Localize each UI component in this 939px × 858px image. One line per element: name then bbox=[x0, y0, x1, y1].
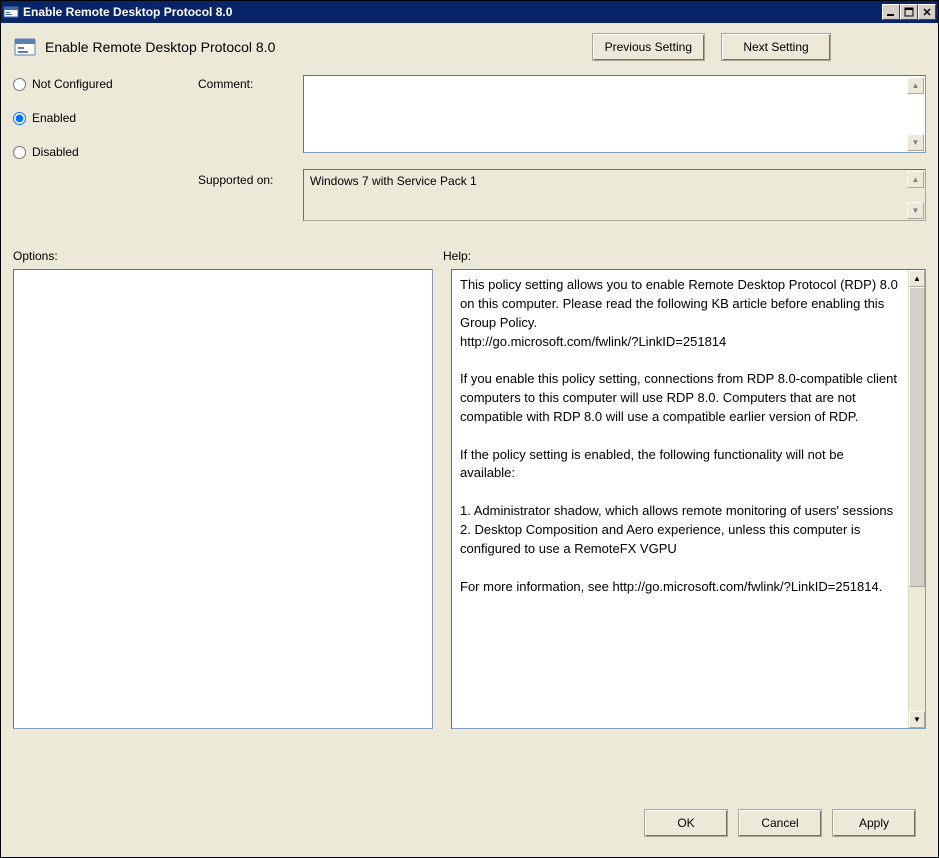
config-area: Not Configured Enabled Disabled Comment: bbox=[13, 75, 926, 221]
help-scrollbar[interactable]: ▲ ▼ bbox=[908, 270, 925, 728]
radio-disabled-label: Disabled bbox=[32, 145, 79, 159]
supported-label: Supported on: bbox=[198, 171, 303, 187]
state-radio-group: Not Configured Enabled Disabled bbox=[13, 75, 198, 221]
minimize-button[interactable] bbox=[882, 4, 900, 20]
options-label: Options: bbox=[13, 249, 443, 263]
comment-scrollbar[interactable]: ▲ ▼ bbox=[907, 77, 924, 151]
options-panel[interactable] bbox=[13, 269, 433, 729]
page-title: Enable Remote Desktop Protocol 8.0 bbox=[45, 39, 275, 55]
scroll-down-icon[interactable]: ▼ bbox=[907, 134, 924, 151]
window-title: Enable Remote Desktop Protocol 8.0 bbox=[23, 5, 882, 19]
header-row: Enable Remote Desktop Protocol 8.0 Previ… bbox=[13, 33, 926, 61]
titlebar[interactable]: Enable Remote Desktop Protocol 8.0 bbox=[1, 1, 938, 23]
scroll-down-icon[interactable]: ▼ bbox=[909, 711, 925, 728]
dialog-window: Enable Remote Desktop Protocol 8.0 Enabl… bbox=[0, 0, 939, 858]
previous-setting-button[interactable]: Previous Setting bbox=[592, 33, 705, 61]
panel-labels: Options: Help: bbox=[13, 249, 926, 263]
radio-disabled-input[interactable] bbox=[13, 146, 26, 159]
supported-on-value: Windows 7 with Service Pack 1 bbox=[310, 174, 477, 188]
radio-enabled-input[interactable] bbox=[13, 112, 26, 125]
panels-row: This policy setting allows you to enable… bbox=[13, 269, 926, 797]
policy-large-icon bbox=[13, 35, 37, 59]
scroll-thumb[interactable] bbox=[909, 287, 925, 587]
radio-disabled[interactable]: Disabled bbox=[13, 145, 198, 159]
policy-icon bbox=[3, 4, 19, 20]
apply-button[interactable]: Apply bbox=[832, 809, 916, 837]
close-button[interactable] bbox=[918, 4, 936, 20]
comment-input[interactable]: ▲ ▼ bbox=[303, 75, 926, 153]
radio-not-configured-input[interactable] bbox=[13, 78, 26, 91]
dialog-content: Enable Remote Desktop Protocol 8.0 Previ… bbox=[1, 23, 938, 857]
cancel-button[interactable]: Cancel bbox=[738, 809, 822, 837]
help-panel: This policy setting allows you to enable… bbox=[451, 269, 926, 729]
ok-button[interactable]: OK bbox=[644, 809, 728, 837]
help-text: This policy setting allows you to enable… bbox=[452, 270, 908, 728]
supported-on-field: Windows 7 with Service Pack 1 ▲ ▼ bbox=[303, 169, 926, 221]
radio-not-configured[interactable]: Not Configured bbox=[13, 77, 198, 91]
scroll-up-icon[interactable]: ▲ bbox=[907, 77, 924, 94]
radio-enabled-label: Enabled bbox=[32, 111, 76, 125]
scroll-up-icon[interactable]: ▲ bbox=[907, 171, 924, 188]
radio-enabled[interactable]: Enabled bbox=[13, 111, 198, 125]
fields-column: Comment: ▲ ▼ Supported on: Windows 7 wit… bbox=[198, 75, 926, 221]
next-setting-button[interactable]: Next Setting bbox=[721, 33, 831, 61]
scroll-track[interactable] bbox=[909, 287, 925, 711]
window-controls bbox=[882, 4, 936, 20]
dialog-footer: OK Cancel Apply bbox=[13, 797, 926, 847]
supported-scrollbar[interactable]: ▲ ▼ bbox=[907, 171, 924, 219]
help-label: Help: bbox=[443, 249, 471, 263]
comment-label: Comment: bbox=[198, 75, 303, 91]
scroll-down-icon[interactable]: ▼ bbox=[907, 202, 924, 219]
maximize-button[interactable] bbox=[900, 4, 918, 20]
scroll-up-icon[interactable]: ▲ bbox=[909, 270, 925, 287]
radio-not-configured-label: Not Configured bbox=[32, 77, 113, 91]
